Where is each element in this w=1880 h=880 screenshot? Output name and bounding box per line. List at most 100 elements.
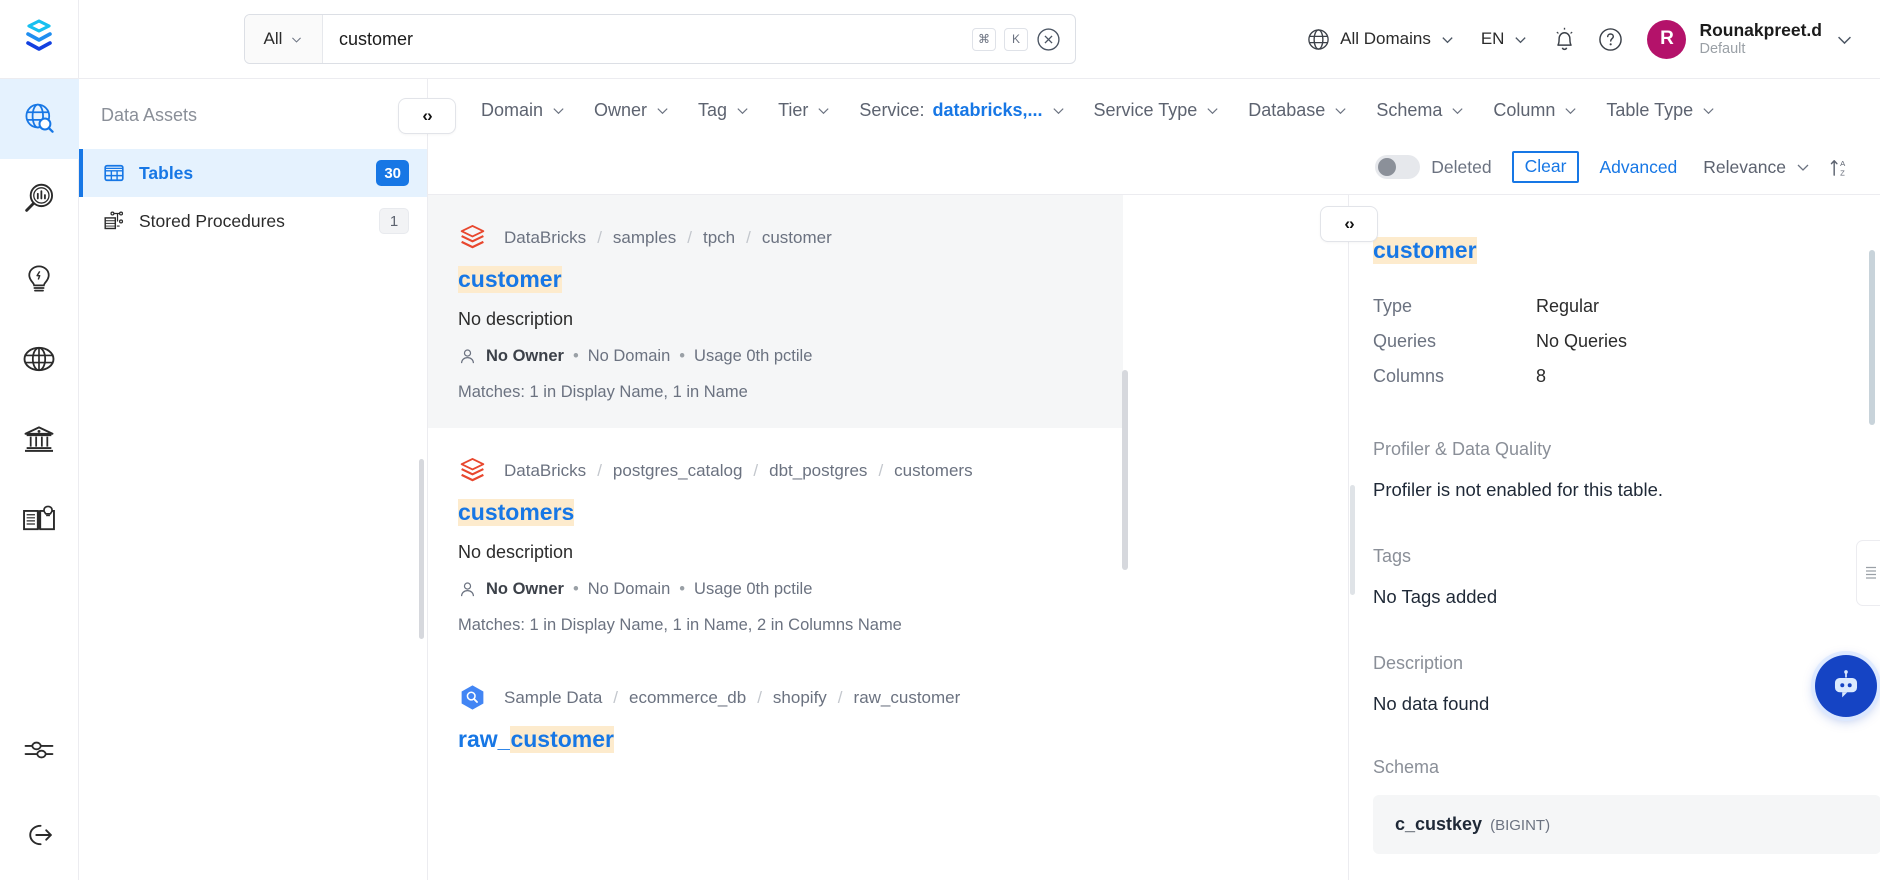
- clear-filters-button[interactable]: Clear: [1512, 151, 1580, 183]
- result-title[interactable]: customer: [458, 266, 562, 293]
- sidebar-item-label: Tables: [139, 163, 193, 184]
- sidebar-item-tables[interactable]: Tables 30: [79, 149, 427, 197]
- description-title: Description: [1373, 653, 1880, 674]
- advanced-search-button[interactable]: Advanced: [1599, 157, 1677, 178]
- chevron-down-icon: [655, 103, 670, 118]
- breadcrumb-item[interactable]: postgres_catalog: [613, 461, 742, 481]
- meta-separator: •: [573, 580, 579, 599]
- filter-value: databricks,...: [932, 100, 1042, 121]
- side-peek-handle[interactable]: [1856, 540, 1880, 606]
- sidebar-item-domains[interactable]: [0, 319, 79, 399]
- domain-selector[interactable]: All Domains: [1293, 0, 1468, 79]
- sidebar-item-governance[interactable]: [0, 399, 79, 479]
- breadcrumb-item[interactable]: ecommerce_db: [629, 688, 746, 708]
- breadcrumb-item[interactable]: samples: [613, 228, 676, 248]
- schema-column-row[interactable]: c_custkey (BIGINT): [1373, 795, 1880, 854]
- breadcrumb-item[interactable]: DataBricks: [504, 228, 586, 248]
- help-button[interactable]: [1587, 0, 1633, 79]
- breadcrumb-item[interactable]: customers: [894, 461, 972, 481]
- bell-icon: [1551, 26, 1578, 53]
- user-icon: [458, 347, 477, 366]
- tags-inner-scrollbar[interactable]: [1350, 485, 1355, 595]
- result-title[interactable]: customers: [458, 499, 574, 526]
- sidebar-item-glossary[interactable]: [0, 479, 79, 559]
- filter-label: Owner: [594, 100, 647, 121]
- chevron-down-icon: [1563, 103, 1578, 118]
- schema-column-type: (BIGINT): [1490, 817, 1550, 834]
- toggle-knob: [1378, 158, 1396, 176]
- breadcrumb-separator: /: [746, 228, 751, 248]
- schema-section: Schema c_custkey(BIGINT): [1373, 757, 1880, 854]
- deleted-toggle[interactable]: [1375, 155, 1420, 179]
- result-meta: No Owner • No Domain • Usage 0th pctile: [458, 347, 1123, 366]
- chevron-down-icon: [735, 103, 750, 118]
- breadcrumb-item[interactable]: tpch: [703, 228, 735, 248]
- search-result-card[interactable]: DataBricks / samples / tpch / customer c…: [428, 195, 1123, 428]
- breadcrumb-item[interactable]: Sample Data: [504, 688, 602, 708]
- search-result-card[interactable]: Sample Data / ecommerce_db / shopify / r…: [428, 661, 1340, 779]
- result-title[interactable]: customer: [510, 726, 614, 753]
- results-scrollbar[interactable]: [1122, 370, 1128, 570]
- openmetadata-logo-icon: [19, 19, 59, 59]
- breadcrumb-separator: /: [687, 228, 692, 248]
- left-panel-scrollbar[interactable]: [419, 459, 424, 639]
- user-menu[interactable]: R Rounakpreet.d Default: [1633, 20, 1860, 59]
- chatbot-button[interactable]: [1815, 655, 1877, 717]
- summary-row: Columns 8: [1373, 359, 1880, 394]
- filter-owner[interactable]: Owner: [594, 100, 698, 121]
- chevron-down-icon: [1795, 159, 1811, 175]
- result-matches: Matches: 1 in Display Name, 1 in Name: [458, 383, 1123, 402]
- top-header: All ⌘ K: [0, 0, 1880, 79]
- robot-icon: [1827, 667, 1865, 705]
- notifications-button[interactable]: [1541, 0, 1587, 79]
- filter-label: Tag: [698, 100, 727, 121]
- sort-select[interactable]: Relevance: [1703, 157, 1811, 178]
- close-circle-icon[interactable]: [1036, 27, 1061, 52]
- search-scope-select[interactable]: All: [245, 15, 323, 63]
- breadcrumb-item[interactable]: shopify: [773, 688, 827, 708]
- search-input[interactable]: [339, 29, 956, 50]
- filter-tag[interactable]: Tag: [698, 100, 778, 121]
- filter-database[interactable]: Database: [1248, 100, 1376, 121]
- chevron-down-icon: [1051, 103, 1066, 118]
- language-selector[interactable]: EN: [1468, 0, 1542, 79]
- breadcrumb-item[interactable]: DataBricks: [504, 461, 586, 481]
- sidebar-item-quality[interactable]: [0, 239, 79, 319]
- sidebar-item-logout[interactable]: [0, 790, 79, 880]
- schema-column-name: c_custkey: [1395, 814, 1482, 834]
- filter-service-type[interactable]: Service Type: [1094, 100, 1249, 121]
- filter-domain[interactable]: Domain: [481, 100, 594, 121]
- databricks-icon: [458, 456, 487, 485]
- summary-key: Columns: [1373, 366, 1536, 387]
- filter-column[interactable]: Column: [1493, 100, 1606, 121]
- detail-panel-scrollbar[interactable]: [1869, 250, 1875, 425]
- filter-tier[interactable]: Tier: [778, 100, 859, 121]
- sidebar-item-insights[interactable]: [0, 159, 79, 239]
- global-search-bar: All ⌘ K: [244, 14, 1076, 64]
- collapse-right-panel-button[interactable]: ‹›: [1320, 206, 1378, 242]
- chevron-down-icon: [1513, 32, 1528, 47]
- sidebar-item-explore[interactable]: [0, 79, 79, 159]
- breadcrumb-item[interactable]: raw_customer: [854, 688, 961, 708]
- collapse-left-panel-button[interactable]: ‹›: [398, 98, 456, 134]
- sidebar-item-stored-procedures[interactable]: Stored Procedures 1: [79, 197, 427, 245]
- sidebar-item-settings[interactable]: [0, 710, 79, 790]
- filter-table-type[interactable]: Table Type: [1606, 100, 1744, 121]
- summary-row: Queries No Queries: [1373, 324, 1880, 359]
- globe-icon: [20, 340, 58, 378]
- result-title-prefix[interactable]: raw_: [458, 726, 510, 753]
- breadcrumb-item[interactable]: dbt_postgres: [769, 461, 867, 481]
- result-owner: No Owner: [486, 580, 564, 599]
- filter-schema[interactable]: Schema: [1376, 100, 1493, 121]
- search-result-card[interactable]: DataBricks / postgres_catalog / dbt_post…: [428, 428, 1340, 661]
- sort-direction-button[interactable]: A Z: [1829, 156, 1852, 179]
- summary-title[interactable]: customer: [1373, 237, 1477, 264]
- logout-arrow-icon: [21, 817, 57, 853]
- filter-service[interactable]: Service: databricks,...: [859, 100, 1093, 121]
- summary-row: Type Regular: [1373, 289, 1880, 324]
- filter-label: Table Type: [1606, 100, 1693, 121]
- svg-text:A: A: [1840, 158, 1846, 167]
- breadcrumb-separator: /: [613, 688, 618, 708]
- breadcrumb-item[interactable]: customer: [762, 228, 832, 248]
- app-logo[interactable]: [0, 0, 79, 79]
